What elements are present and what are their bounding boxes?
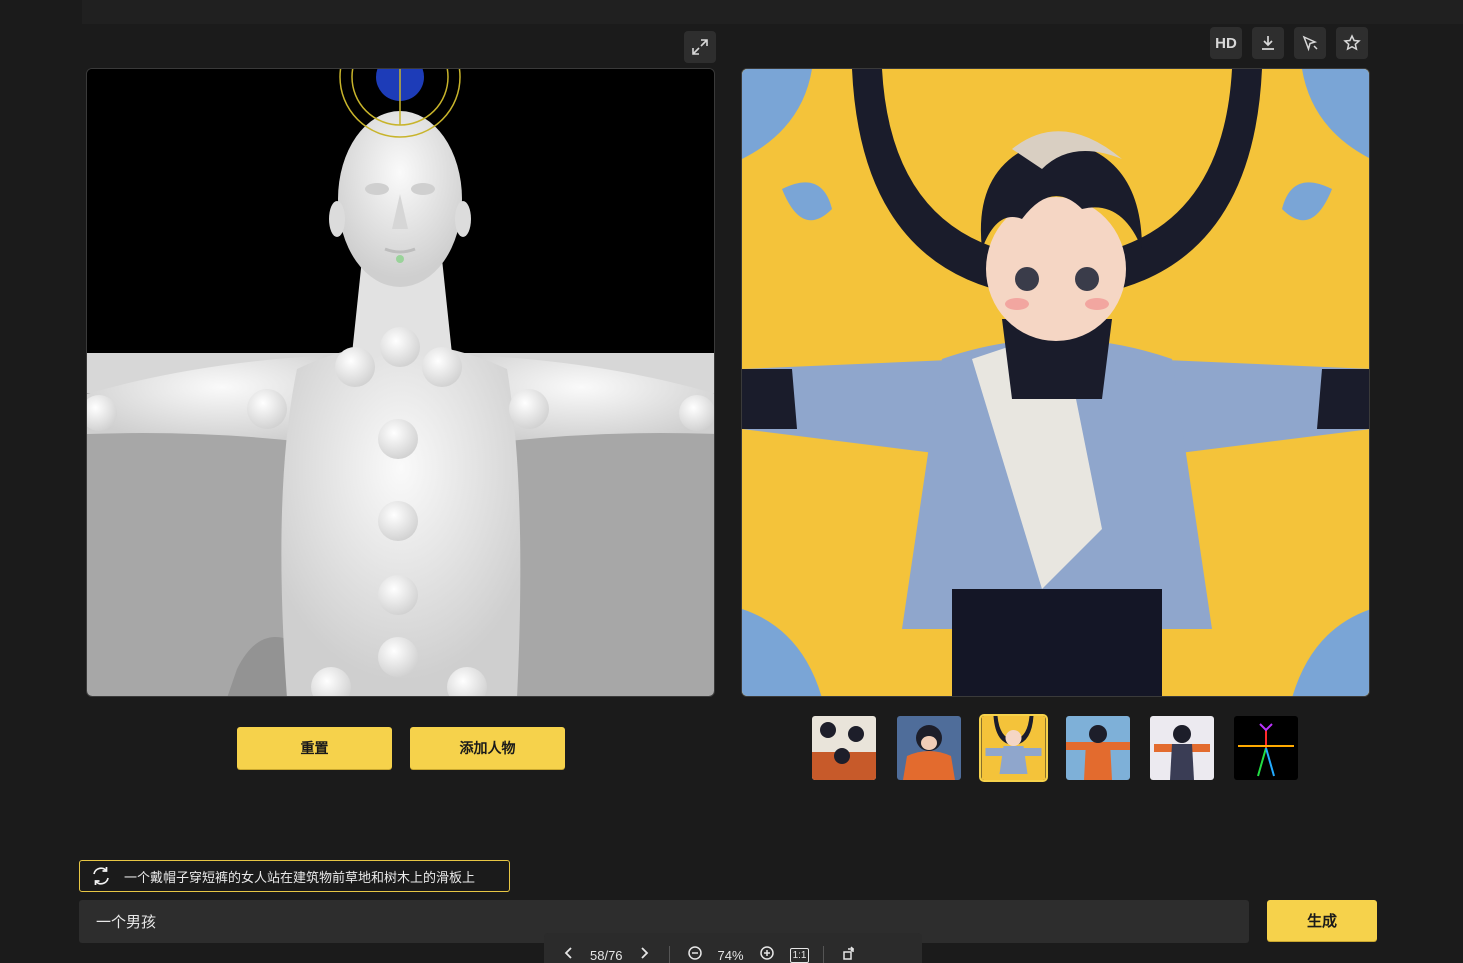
- prompt-suggestion-chip[interactable]: 一个戴帽子穿短裤的女人站在建筑物前草地和树木上的滑板上: [79, 860, 510, 892]
- star-icon: [1343, 34, 1361, 51]
- chevron-right-icon: [640, 947, 648, 959]
- zoom-out-button[interactable]: [684, 944, 706, 962]
- previous-button[interactable]: [558, 944, 580, 962]
- cursor-icon: [1302, 35, 1318, 52]
- refresh-icon[interactable]: [90, 865, 112, 887]
- toolbar-divider: [668, 946, 670, 963]
- thumbnail-3[interactable]: [979, 714, 1048, 782]
- thumbnail-5[interactable]: [1150, 716, 1214, 780]
- generate-button-label: 生成: [1306, 913, 1337, 930]
- generated-image[interactable]: [741, 68, 1370, 697]
- reset-button[interactable]: 重置: [237, 727, 392, 769]
- app-root: HD 重置 添加人物 一个戴帽子穿短裤的女人站在建筑物前草地和树木上的滑板上 一…: [0, 0, 1463, 963]
- add-person-button[interactable]: 添加人物: [410, 727, 565, 769]
- generate-button[interactable]: 生成: [1267, 900, 1377, 941]
- image-viewer-toolbar: 58/76 74% 1:1: [544, 933, 922, 963]
- thumbnail-4[interactable]: [1066, 716, 1130, 780]
- zoom-out-icon: [687, 946, 702, 960]
- next-button[interactable]: [633, 944, 655, 962]
- chevron-left-icon: [564, 947, 572, 959]
- expand-button[interactable]: [684, 31, 716, 63]
- download-icon: [1262, 36, 1274, 50]
- zoom-in-button[interactable]: [756, 944, 778, 962]
- rotate-icon: [843, 946, 855, 960]
- actual-size-button[interactable]: 1:1: [789, 947, 810, 963]
- favorite-button[interactable]: [1336, 27, 1368, 59]
- cursor-button[interactable]: [1294, 27, 1326, 59]
- thumbnail-pose-skeleton[interactable]: [1234, 716, 1298, 780]
- page-counter: 58/76: [590, 947, 623, 963]
- zoom-level: 74%: [717, 947, 744, 963]
- hd-label: HD: [1215, 34, 1237, 52]
- download-button[interactable]: [1252, 27, 1284, 59]
- add-person-button-label: 添加人物: [459, 740, 516, 756]
- thumbnail-2[interactable]: [897, 716, 961, 780]
- zoom-in-icon: [759, 946, 774, 960]
- prompt-suggestion-text: 一个戴帽子穿短裤的女人站在建筑物前草地和树木上的滑板上: [124, 869, 476, 885]
- top-strip: [82, 0, 1463, 24]
- pose-3d-canvas[interactable]: [86, 68, 715, 697]
- hd-button[interactable]: HD: [1210, 27, 1242, 59]
- reset-button-label: 重置: [300, 740, 329, 756]
- toolbar-divider: [823, 946, 825, 963]
- thumbnail-1[interactable]: [812, 716, 876, 780]
- expand-icon: [692, 39, 708, 55]
- rotate-button[interactable]: [838, 944, 860, 962]
